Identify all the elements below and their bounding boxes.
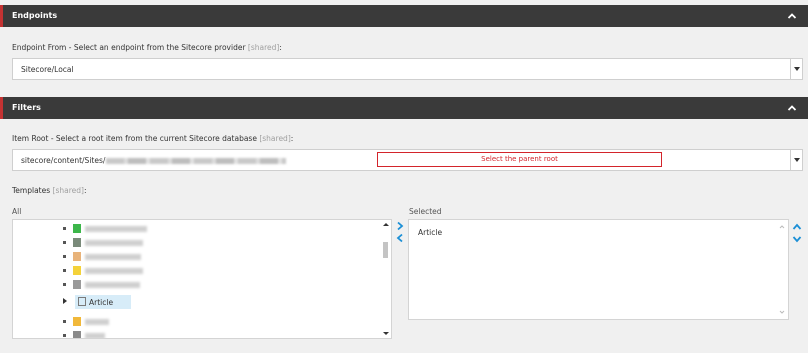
shared-badge: [shared]	[52, 186, 84, 195]
templates-label: Templates [shared]:	[12, 186, 87, 195]
caret-down-icon[interactable]	[790, 150, 802, 170]
selected-templates-list[interactable]: Article	[408, 219, 789, 320]
chevron-up-icon[interactable]	[787, 103, 797, 113]
endpoint-from-value: Sitecore/Local	[21, 65, 74, 74]
filters-section-title: Filters	[12, 103, 41, 112]
tree-item[interactable]	[63, 250, 223, 264]
item-root-value: sitecore/content/Sites/	[21, 156, 287, 165]
folder-icon	[73, 317, 81, 326]
tree-item-article[interactable]: Article	[63, 295, 131, 309]
chevron-right-icon[interactable]	[395, 221, 405, 231]
all-column-label: All	[12, 207, 22, 216]
chevron-down-icon[interactable]	[792, 234, 802, 244]
chevron-left-icon[interactable]	[395, 233, 405, 243]
expand-triangle-icon[interactable]	[63, 298, 67, 304]
selected-list-item[interactable]: Article	[418, 228, 442, 237]
template-icon	[73, 280, 81, 289]
template-icon	[73, 266, 81, 275]
tree-item[interactable]	[63, 329, 223, 338]
scroll-down-icon[interactable]	[779, 309, 785, 315]
tree-item[interactable]	[63, 264, 223, 278]
scroll-up-icon[interactable]	[779, 224, 785, 230]
endpoints-section-header[interactable]: Endpoints	[0, 5, 808, 27]
scroll-up-icon[interactable]	[380, 220, 391, 230]
template-icon	[73, 252, 81, 261]
tree-item[interactable]	[63, 236, 223, 250]
scroll-thumb[interactable]	[383, 242, 388, 258]
item-root-label: Item Root - Select a root item from the …	[12, 134, 294, 143]
tree-item[interactable]	[63, 278, 223, 292]
caret-down-icon[interactable]	[790, 59, 802, 79]
tree-item[interactable]	[63, 315, 223, 329]
template-icon	[73, 238, 81, 247]
endpoints-section-title: Endpoints	[12, 11, 58, 20]
filters-section-header[interactable]: Filters	[0, 97, 808, 119]
template-icon	[73, 224, 81, 233]
scroll-down-icon[interactable]	[380, 328, 391, 338]
template-icon	[73, 331, 81, 338]
tree-scrollbar[interactable]	[380, 220, 391, 338]
shared-badge: [shared]	[247, 43, 280, 52]
shared-badge: [shared]	[259, 134, 291, 143]
template-tree[interactable]: Article	[12, 219, 392, 339]
endpoint-from-select[interactable]: Sitecore/Local	[12, 58, 803, 80]
article-template-icon	[78, 297, 86, 306]
select-parent-root-button[interactable]: Select the parent root	[377, 152, 662, 167]
tree-item[interactable]	[63, 222, 223, 236]
endpoint-from-label: Endpoint From - Select an endpoint from …	[12, 43, 282, 52]
chevron-up-icon[interactable]	[792, 222, 802, 232]
selected-column-label: Selected	[409, 207, 442, 216]
redacted-path	[106, 158, 287, 164]
chevron-up-icon[interactable]	[787, 11, 797, 21]
